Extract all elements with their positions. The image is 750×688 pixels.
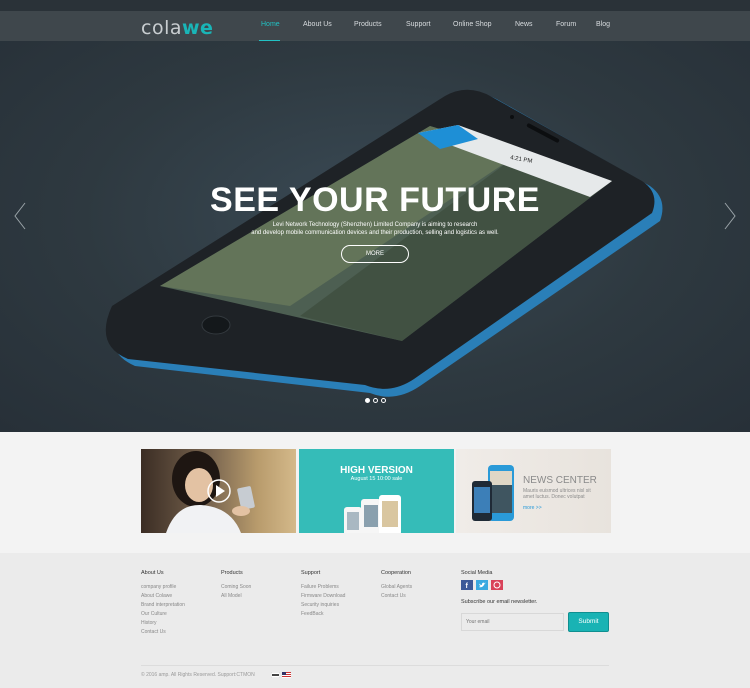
footer-about-column: About Us company profile About Colawe Br… (141, 570, 185, 637)
phones-image (344, 495, 401, 533)
footer-link[interactable]: About Colawe (141, 592, 185, 601)
hero-title: SEE YOUR FUTURE (210, 181, 540, 219)
submit-button[interactable]: Submit (568, 612, 609, 632)
news-more-link[interactable]: more >> (523, 505, 542, 511)
cert-badge-icon (271, 672, 280, 678)
more-button[interactable]: MORE (341, 245, 409, 263)
nav-support[interactable]: Support (406, 21, 431, 28)
nav-online-shop[interactable]: Online Shop (453, 21, 492, 28)
news-center-text: Mauris euismod ultrices nisl sit amet lu… (523, 488, 591, 500)
footer-link[interactable]: company profile (141, 583, 185, 592)
flag-icon (282, 672, 291, 678)
footer-products-column: Products Coming Soon All Model (221, 570, 252, 601)
nav-forum[interactable]: Forum (556, 21, 576, 28)
footer-link[interactable]: Security inquiries (301, 601, 345, 610)
footer-link[interactable]: Contact Us (381, 592, 412, 601)
slider-prev-arrow[interactable] (12, 201, 28, 231)
high-version-date: August 15 10:00 sale (350, 476, 403, 482)
play-icon[interactable] (207, 479, 231, 503)
footer-link[interactable]: Our Culture (141, 610, 185, 619)
footer-link[interactable]: History (141, 619, 185, 628)
footer-link[interactable]: All Model (221, 592, 251, 601)
nav-blog[interactable]: Blog (596, 21, 610, 28)
news-center-card[interactable]: NEWS CENTER Mauris euismod ultrices nisl… (456, 449, 611, 533)
facebook-icon[interactable]: f (461, 580, 473, 590)
high-version-title: HIGH VERSION (340, 465, 413, 476)
footer-link[interactable]: Global Agents (381, 583, 412, 592)
hero-slider: 4:21 PM SEE YOUR FUTURE Levi Network Tec… (0, 41, 750, 432)
high-version-card[interactable]: HIGH VERSION August 15 10:00 sale (299, 449, 454, 533)
footer-link[interactable]: FeedBack (301, 610, 345, 619)
pinterest-icon[interactable] (491, 580, 503, 590)
slider-dot-2[interactable] (373, 398, 378, 403)
footer-support-column: Support Failure Problems Firmware Downlo… (301, 570, 346, 619)
news-phones-image (472, 465, 514, 521)
nav-home[interactable]: Home (261, 21, 280, 28)
footer-link[interactable]: Contact Us (141, 628, 185, 637)
slider-dot-1[interactable] (365, 398, 370, 403)
footer-cooperation-column: Cooperation Global Agents Contact Us (381, 570, 413, 601)
top-strip (0, 0, 750, 11)
logo[interactable]: colawe (141, 17, 213, 39)
email-field[interactable] (461, 613, 564, 631)
footer-link[interactable]: Firmware Download (301, 592, 345, 601)
footer-link[interactable]: Failure Problems (301, 583, 345, 592)
nav-products[interactable]: Products (354, 21, 382, 28)
footer-link[interactable]: Coming Soon (221, 583, 251, 592)
nav-about-us[interactable]: About Us (303, 21, 332, 28)
footer (0, 553, 750, 688)
twitter-icon[interactable] (476, 580, 488, 590)
nav-news[interactable]: News (515, 21, 533, 28)
hero-subtitle: Levi Network Technology (Shenzhen) Limit… (251, 222, 499, 236)
footer-link[interactable]: Brand interpretation (141, 601, 185, 610)
news-center-title: NEWS CENTER (523, 475, 597, 486)
copyright-text: © 2016 amp. All Rights Reserved. Support… (141, 672, 255, 678)
newsletter-label: Subscribe our email newsletter. (461, 599, 538, 605)
video-card[interactable] (141, 449, 296, 533)
slider-dot-3[interactable] (381, 398, 386, 403)
navigation-bar: colawe Home About Us Products Support On… (0, 11, 750, 41)
slider-next-arrow[interactable] (722, 201, 738, 231)
footer-divider (141, 665, 609, 666)
